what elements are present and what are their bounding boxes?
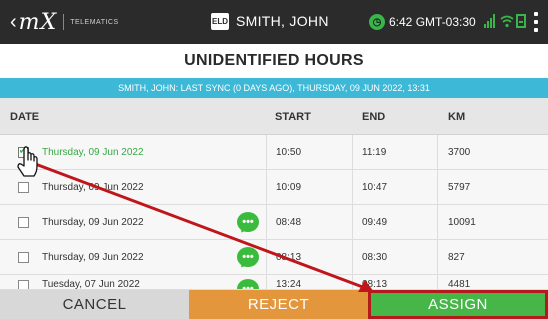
row-start: 08:13 [276,252,302,263]
assign-button[interactable]: ASSIGN [368,290,548,319]
top-app-bar: ‹ mX TELEMATICS ELD SMITH, JOHN ◷ 6:42 G… [0,0,548,44]
battery-icon [516,14,526,28]
row-start: 08:48 [276,217,302,228]
row-end: 11:19 [362,147,387,158]
time-display: 6:42 GMT-03:30 [389,15,476,29]
kebab-menu-icon[interactable] [533,12,539,32]
sync-status-banner: SMITH, JOHN: LAST SYNC (0 DAYS AGO), THU… [0,78,548,98]
signal-icon [484,14,495,28]
row-km: 4481 [448,279,471,290]
row-km: 827 [448,252,465,263]
column-header-start[interactable]: START [275,98,311,135]
row-checkbox[interactable] [18,182,29,193]
row-date: Thursday, 09 Jun 2022 [42,252,144,263]
row-date: Thursday, 09 Jun 2022 [42,217,144,228]
chat-bubble-icon[interactable]: ••• [237,247,259,267]
chat-bubble-icon[interactable]: ••• [237,279,259,289]
wifi-icon [500,15,514,28]
reject-button[interactable]: REJECT [189,290,368,319]
table-row[interactable]: Thursday, 09 Jun 2022 ••• 08:13 08:30 82… [0,240,548,275]
row-checkbox[interactable] [18,252,29,263]
logo-subtitle: TELEMATICS [70,18,119,26]
table-row[interactable]: Thursday, 09 Jun 2022 10:50 11:19 3700 [0,135,548,170]
page-title: UNIDENTIFIED HOURS [0,44,548,78]
table-row[interactable]: Tuesday, 07 Jun 2022 ••• 13:24 08:13 448… [0,275,548,290]
table-row[interactable]: Thursday, 09 Jun 2022 10:09 10:47 5797 [0,170,548,205]
table-header: DATE START END KM [0,98,548,135]
chat-bubble-icon[interactable]: ••• [237,212,259,232]
row-date: Thursday, 09 Jun 2022 [42,182,144,193]
row-checkbox[interactable] [18,217,29,228]
mix-telematics-logo[interactable]: ‹ mX TELEMATICS [10,9,119,35]
column-header-km[interactable]: KM [448,98,465,135]
row-km: 3700 [448,147,471,158]
driver-name: SMITH, JOHN [236,13,329,29]
chevron-left-icon: ‹ [10,10,17,33]
row-start: 10:50 [276,147,302,158]
row-checkbox[interactable] [18,143,29,158]
row-start: 13:24 [276,279,302,290]
row-date: Thursday, 09 Jun 2022 [42,147,144,158]
column-header-end[interactable]: END [362,98,385,135]
cancel-button[interactable]: CANCEL [0,290,189,319]
row-checkbox[interactable] [18,280,29,289]
row-km: 10091 [448,217,476,228]
table-row[interactable]: Thursday, 09 Jun 2022 ••• 08:48 09:49 10… [0,205,548,240]
logo-divider [63,14,65,30]
row-end: 08:30 [362,252,388,263]
column-header-date[interactable]: DATE [10,98,39,135]
logo-text: mX [18,9,58,35]
row-end: 08:13 [362,279,388,290]
row-end: 09:49 [362,217,388,228]
row-km: 5797 [448,182,471,193]
row-start: 10:09 [276,182,302,193]
eld-badge[interactable]: ELD [211,13,229,30]
row-date: Tuesday, 07 Jun 2022 [42,279,140,290]
row-end: 10:47 [362,182,388,193]
clock-icon: ◷ [369,14,385,30]
